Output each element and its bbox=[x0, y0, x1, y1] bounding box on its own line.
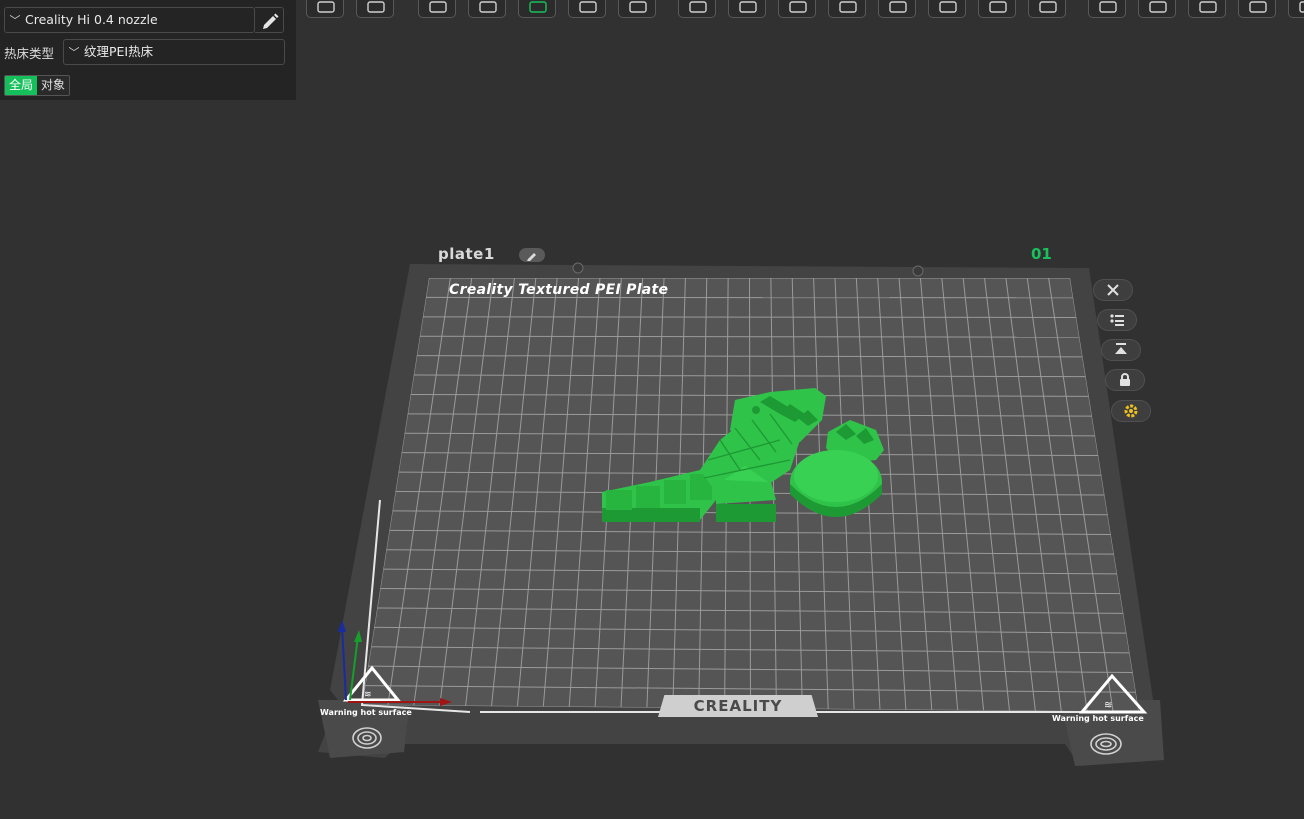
3d-viewport[interactable]: ≋ ≋ plate1 01 Creality Textured PEI Plat… bbox=[0, 0, 1304, 819]
edit-printer-button[interactable] bbox=[255, 7, 284, 33]
auto-arrange-button[interactable] bbox=[518, 0, 556, 18]
lay-on-face-icon bbox=[629, 1, 647, 13]
assembly-icon bbox=[1149, 1, 1167, 13]
add-object-button[interactable] bbox=[418, 0, 456, 18]
orient-icon bbox=[579, 1, 597, 13]
bed-svg: ≋ ≋ bbox=[318, 262, 1164, 766]
edit-plate-name-icon[interactable] bbox=[519, 248, 545, 262]
assembly-button[interactable] bbox=[1138, 0, 1176, 18]
grid-view-button[interactable] bbox=[356, 0, 394, 18]
plate-type-name: Creality Textured PEI Plate bbox=[449, 282, 669, 298]
plate-label[interactable]: plate1 bbox=[438, 245, 495, 263]
text-emboss-button[interactable] bbox=[1028, 0, 1066, 18]
delete-object-icon bbox=[479, 1, 497, 13]
mesh-boolean-button[interactable] bbox=[978, 0, 1016, 18]
plate-objects-list-button[interactable] bbox=[1098, 310, 1136, 330]
layers-icon bbox=[1249, 1, 1267, 13]
scale-button[interactable] bbox=[778, 0, 816, 18]
slice-view-button[interactable] bbox=[1188, 0, 1226, 18]
scope-tabs: 全局 对象 bbox=[4, 75, 71, 96]
cut-icon bbox=[889, 1, 907, 13]
lock-plate-button[interactable] bbox=[1106, 370, 1144, 390]
printer-select[interactable]: ﹀ Creality Hi 0.4 nozzle bbox=[4, 7, 255, 33]
chevron-down-icon: ﹀ bbox=[68, 46, 80, 59]
cube-view-icon bbox=[317, 1, 335, 13]
slice-view-icon bbox=[1199, 1, 1217, 13]
tab-global[interactable]: 全局 bbox=[5, 76, 38, 95]
split-objects-icon bbox=[689, 1, 707, 13]
pencil-icon bbox=[263, 13, 279, 29]
auto-orient-icon bbox=[1115, 343, 1127, 354]
close-icon bbox=[1107, 284, 1119, 296]
cube-view-button[interactable] bbox=[306, 0, 344, 18]
close-plate-button[interactable] bbox=[1094, 280, 1132, 300]
add-object-icon bbox=[429, 1, 447, 13]
bed-type-label: 热床类型 bbox=[4, 46, 55, 61]
bed-type-select[interactable]: ﹀ 纹理PEI热床 bbox=[63, 39, 285, 65]
plate-index[interactable]: 01 bbox=[1031, 245, 1052, 263]
chevron-down-icon: ﹀ bbox=[9, 14, 21, 27]
grid-line-h bbox=[422, 316, 1077, 318]
tab-object[interactable]: 对象 bbox=[37, 76, 70, 95]
support-button[interactable] bbox=[728, 0, 766, 18]
more-icon bbox=[1299, 1, 1304, 13]
seam-paint-icon bbox=[939, 1, 957, 13]
grid-view-icon bbox=[367, 1, 385, 13]
measure-button[interactable] bbox=[828, 0, 866, 18]
top-toolbar bbox=[296, 0, 1304, 28]
mesh-boolean-icon bbox=[989, 1, 1007, 13]
svg-button[interactable] bbox=[1088, 0, 1126, 18]
printer-select-value: Creality Hi 0.4 nozzle bbox=[25, 12, 158, 27]
warning-text-right: Warning hot surface bbox=[1052, 714, 1144, 723]
scale-icon bbox=[789, 1, 807, 13]
lay-on-face-button[interactable] bbox=[618, 0, 656, 18]
auto-arrange-icon bbox=[529, 1, 547, 13]
svg-text:≋: ≋ bbox=[364, 690, 372, 700]
svg-icon bbox=[1099, 1, 1117, 13]
plate-settings-button[interactable] bbox=[1112, 401, 1150, 421]
creality-logo: CREALITY bbox=[658, 695, 818, 717]
svg-text:≋: ≋ bbox=[1104, 700, 1112, 711]
bed-type-select-value: 纹理PEI热床 bbox=[84, 44, 154, 59]
list-icon bbox=[1110, 314, 1124, 326]
cut-button[interactable] bbox=[878, 0, 916, 18]
seam-paint-button[interactable] bbox=[928, 0, 966, 18]
layers-button[interactable] bbox=[1238, 0, 1276, 18]
text-emboss-icon bbox=[1039, 1, 1057, 13]
measure-icon bbox=[839, 1, 857, 13]
orient-button[interactable] bbox=[568, 0, 606, 18]
settings-icon bbox=[1124, 404, 1138, 418]
split-objects-button[interactable] bbox=[678, 0, 716, 18]
printer-settings-panel: ﹀ Creality Hi 0.4 nozzle 热床类型 ﹀ 纹理PEI热床 全局… bbox=[0, 0, 296, 100]
delete-object-button[interactable] bbox=[468, 0, 506, 18]
more-button[interactable] bbox=[1288, 0, 1304, 18]
lock-icon bbox=[1120, 373, 1130, 386]
auto-orient-plate-button[interactable] bbox=[1102, 340, 1140, 360]
warning-text-left: Warning hot surface bbox=[320, 708, 412, 717]
support-icon bbox=[739, 1, 757, 13]
